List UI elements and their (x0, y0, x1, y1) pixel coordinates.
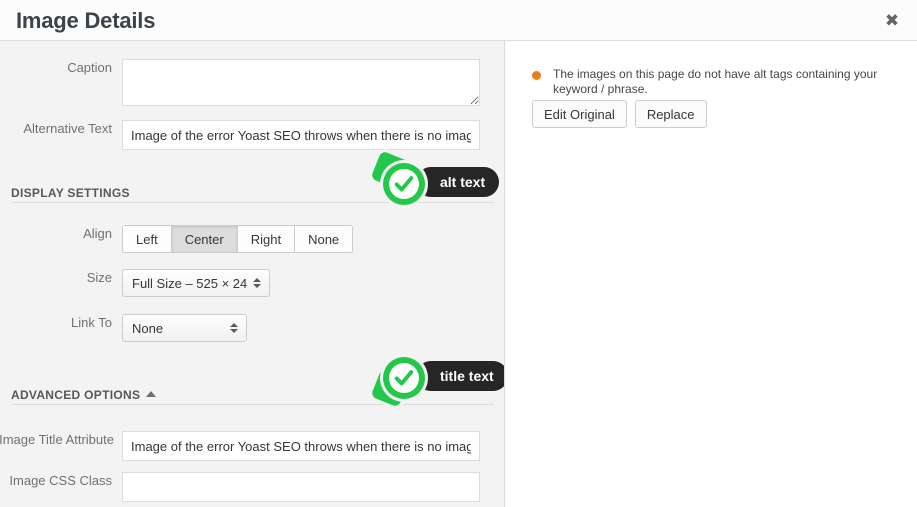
image-details-modal: Image Details ✖ Caption Alternative Text… (0, 0, 917, 507)
size-select-value: Full Size – 525 × 24 (132, 275, 248, 291)
link-to-select-value: None (132, 320, 164, 336)
alt-text-row: Alternative Text (0, 120, 480, 150)
seo-analysis-pane: The images on this page do not have alt … (506, 41, 917, 507)
align-label: Align (83, 226, 112, 241)
caption-row: Caption (0, 59, 480, 106)
annotation-title-text: title text (370, 348, 504, 408)
chevron-updown-icon (230, 320, 238, 336)
align-option-left[interactable]: Left (123, 226, 172, 252)
image-title-attribute-input[interactable] (122, 431, 480, 461)
image-action-buttons: Edit Original Replace (532, 100, 707, 128)
page-title: Image Details (16, 8, 156, 33)
align-option-none[interactable]: None (295, 226, 353, 252)
image-settings-pane: Caption Alternative Text DISPLAY SETTING… (0, 41, 505, 507)
image-title-attribute-row: Image Title Attribute (0, 431, 480, 461)
advanced-options-heading[interactable]: ADVANCED OPTIONS (11, 388, 157, 402)
link-to-row: Link To None (0, 314, 247, 342)
modal-header: Image Details ✖ (0, 0, 917, 41)
edit-original-button[interactable]: Edit Original (532, 100, 627, 128)
close-icon[interactable]: ✖ (875, 5, 909, 37)
link-to-select[interactable]: None (122, 314, 247, 342)
annotation-alt-text: alt text (370, 150, 500, 210)
replace-button[interactable]: Replace (634, 100, 707, 128)
size-label: Size (86, 270, 112, 285)
alt-text-label: Alternative Text (23, 121, 112, 136)
image-css-class-label: Image CSS Class (9, 473, 112, 488)
image-css-class-row: Image CSS Class (0, 472, 480, 502)
caption-input[interactable] (122, 59, 480, 106)
alt-text-input[interactable] (122, 120, 480, 150)
caret-up-icon (146, 391, 157, 397)
advanced-options-label: ADVANCED OPTIONS (11, 388, 141, 402)
divider-advanced-options (11, 404, 494, 405)
align-option-center[interactable]: Center (171, 226, 238, 252)
align-row: Align Left Center Right None (0, 225, 354, 253)
align-button-group: Left Center Right None (122, 225, 354, 253)
seo-notice-text: The images on this page do not have alt … (553, 67, 878, 96)
align-option-right[interactable]: Right (237, 226, 296, 252)
check-circle-icon (370, 348, 430, 408)
display-settings-heading: DISPLAY SETTINGS (11, 186, 130, 200)
image-css-class-input[interactable] (122, 472, 480, 502)
link-to-label: Link To (71, 315, 112, 330)
size-select[interactable]: Full Size – 525 × 24 (122, 269, 270, 297)
seo-notice: The images on this page do not have alt … (532, 67, 912, 97)
modal-body: Caption Alternative Text DISPLAY SETTING… (0, 41, 917, 507)
caption-label: Caption (67, 60, 112, 75)
check-circle-icon (370, 150, 430, 210)
chevron-updown-icon (253, 275, 261, 291)
image-title-attribute-label: Image Title Attribute (0, 432, 114, 447)
size-row: Size Full Size – 525 × 24 (0, 269, 270, 297)
status-bullet-icon (532, 71, 541, 80)
